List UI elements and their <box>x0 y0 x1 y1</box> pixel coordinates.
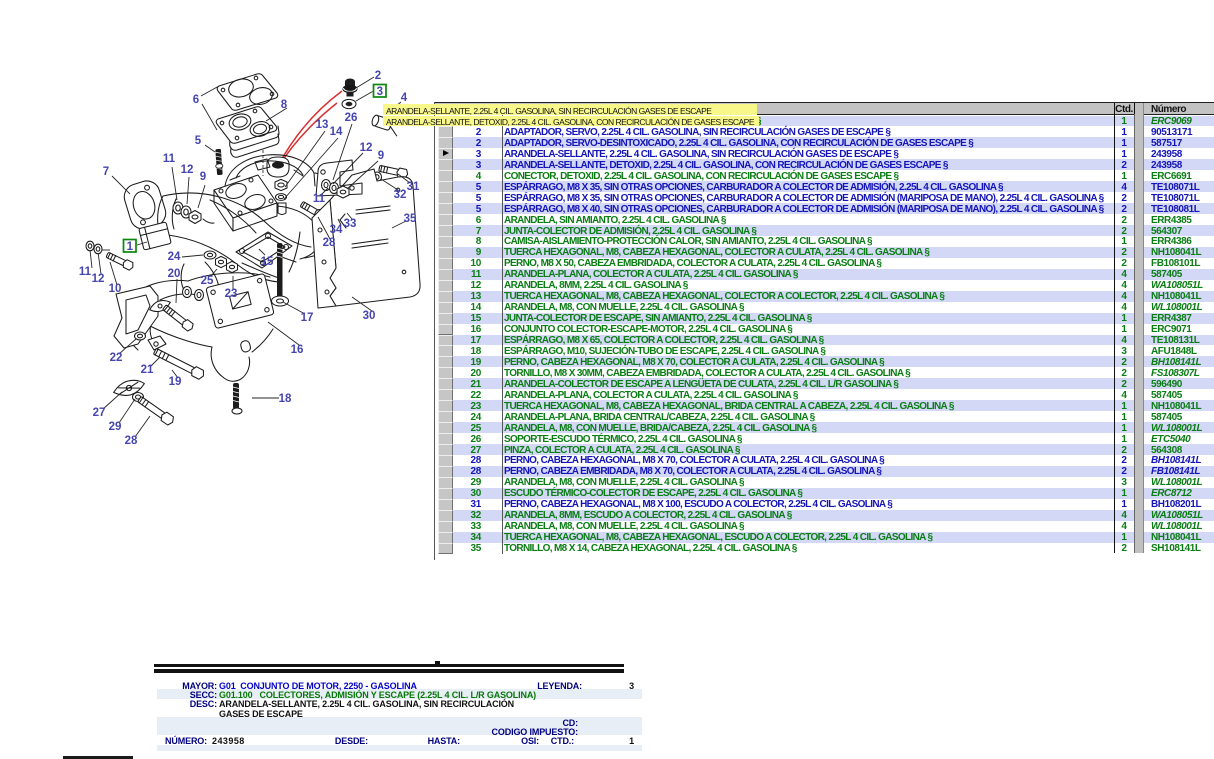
svg-text:14: 14 <box>330 126 343 138</box>
svg-text:1: 1 <box>127 241 134 253</box>
svg-text:30: 30 <box>363 310 376 322</box>
svg-text:7: 7 <box>103 166 109 178</box>
svg-text:12: 12 <box>92 273 105 285</box>
svg-text:28: 28 <box>125 435 138 447</box>
svg-text:2: 2 <box>375 70 381 82</box>
svg-text:20: 20 <box>168 268 181 280</box>
svg-text:32: 32 <box>394 189 407 201</box>
svg-text:13: 13 <box>316 119 329 131</box>
svg-text:11: 11 <box>163 153 176 165</box>
svg-text:6: 6 <box>193 94 199 106</box>
svg-text:4: 4 <box>401 92 408 104</box>
svg-text:28: 28 <box>323 237 336 249</box>
svg-text:21: 21 <box>141 364 154 376</box>
svg-text:12: 12 <box>360 142 373 154</box>
svg-text:22: 22 <box>110 352 123 364</box>
svg-text:5: 5 <box>195 135 202 147</box>
svg-text:34: 34 <box>330 224 343 236</box>
svg-text:35: 35 <box>404 213 417 225</box>
svg-text:17: 17 <box>301 312 314 324</box>
svg-text:18: 18 <box>279 393 292 405</box>
svg-text:31: 31 <box>407 181 420 193</box>
svg-text:19: 19 <box>169 376 182 388</box>
svg-text:3: 3 <box>377 86 383 98</box>
svg-text:26: 26 <box>345 112 358 124</box>
svg-text:29: 29 <box>109 421 122 433</box>
svg-text:25: 25 <box>201 275 214 287</box>
svg-text:15: 15 <box>261 256 274 268</box>
svg-text:10: 10 <box>109 283 122 295</box>
svg-text:24: 24 <box>168 251 181 263</box>
svg-text:8: 8 <box>281 99 288 111</box>
svg-text:9: 9 <box>378 150 384 162</box>
svg-text:12: 12 <box>181 164 194 176</box>
svg-text:33: 33 <box>344 218 357 230</box>
svg-text:27: 27 <box>93 407 106 419</box>
svg-text:23: 23 <box>225 288 238 300</box>
svg-text:9: 9 <box>200 171 206 183</box>
svg-text:11: 11 <box>313 193 326 205</box>
svg-text:16: 16 <box>291 344 304 356</box>
svg-text:11: 11 <box>79 266 92 278</box>
